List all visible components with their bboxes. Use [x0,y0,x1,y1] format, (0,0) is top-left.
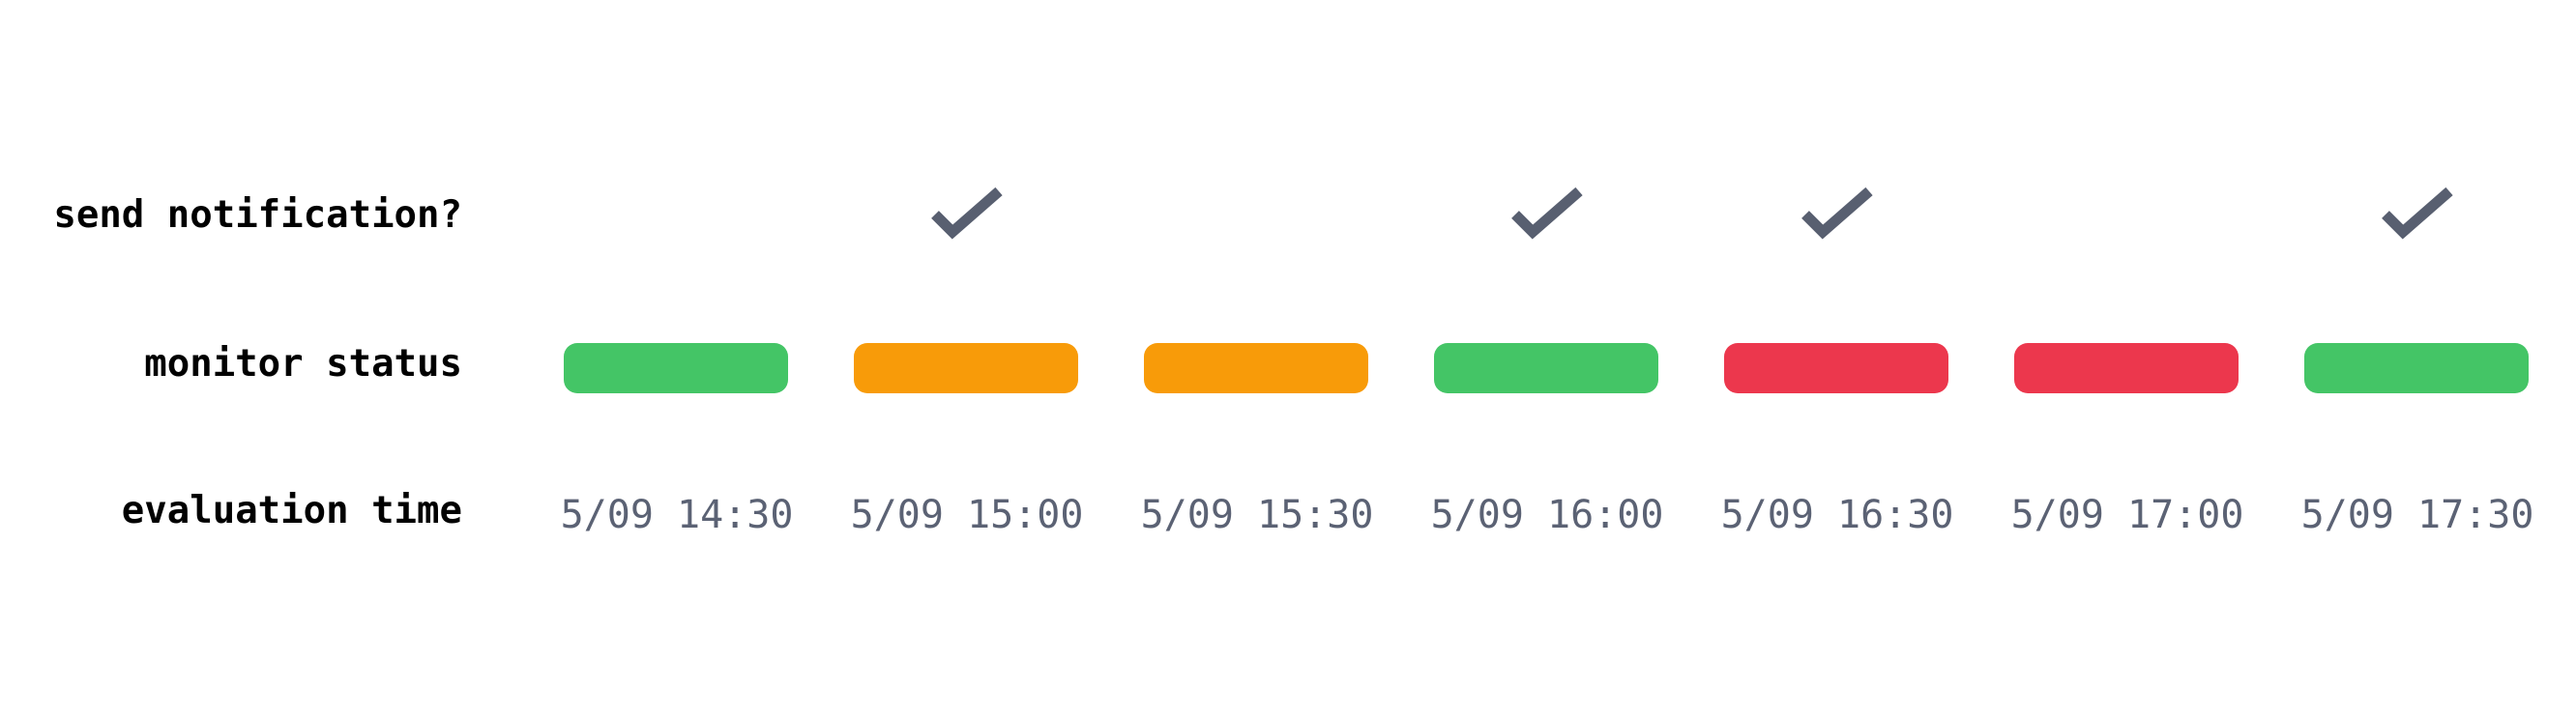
status-bar-alert [1724,343,1948,393]
evaluation-column: 5/09 14:30 [561,0,793,717]
evaluation-time-label: 5/09 17:00 [2010,493,2244,537]
evaluation-time-label: 5/09 15:00 [850,493,1084,537]
checkmark-icon [1509,185,1585,244]
evaluation-column: 5/09 15:30 [1141,0,1373,717]
evaluation-column: 5/09 17:30 [2301,0,2533,717]
evaluation-column: 5/09 17:00 [2011,0,2243,717]
status-bar-ok [1434,343,1658,393]
status-bar-ok [564,343,788,393]
checkmark-icon [1800,185,1875,244]
row-label-monitor-status: monitor status [144,342,462,386]
evaluation-time-label: 5/09 14:30 [560,493,794,537]
evaluation-column: 5/09 15:00 [851,0,1083,717]
evaluation-column: 5/09 16:30 [1721,0,1953,717]
status-bar-alert [2014,343,2239,393]
evaluation-column: 5/09 16:00 [1431,0,1663,717]
evaluation-time-label: 5/09 16:30 [1720,493,1954,537]
row-label-evaluation-time: evaluation time [121,489,462,532]
evaluation-time-label: 5/09 17:30 [2300,493,2534,537]
evaluation-time-label: 5/09 16:00 [1430,493,1664,537]
checkmark-icon [2380,185,2455,244]
status-bar-warn [854,343,1078,393]
evaluation-time-label: 5/09 15:30 [1140,493,1374,537]
row-label-send-notification: send notification? [53,193,462,237]
status-bar-warn [1144,343,1368,393]
checkmark-icon [929,185,1005,244]
status-bar-ok [2304,343,2529,393]
